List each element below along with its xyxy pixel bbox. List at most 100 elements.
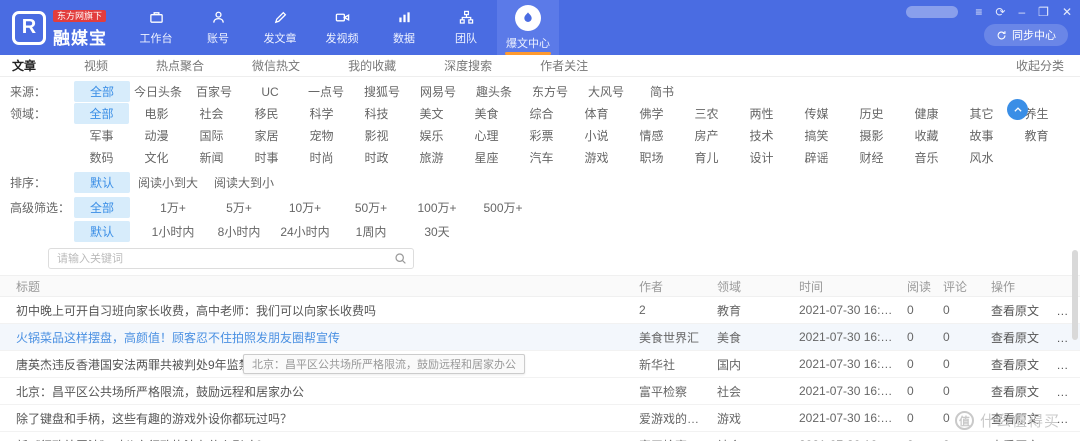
filter-chip[interactable]: 影视 (349, 125, 404, 146)
filter-chip[interactable]: 时事 (239, 147, 294, 168)
filter-chip[interactable]: 移民 (239, 103, 294, 124)
view-original-link[interactable]: 查看原文 (991, 331, 1039, 345)
filter-chip[interactable]: 游戏 (569, 147, 624, 168)
filter-chip[interactable]: 全部 (74, 103, 129, 124)
filter-chip[interactable]: 社会 (184, 103, 239, 124)
nav-data[interactable]: 数据 (373, 0, 435, 55)
filter-chip[interactable]: 健康 (899, 103, 954, 124)
filter-chip[interactable]: 10万+ (272, 197, 338, 218)
search-input[interactable] (48, 248, 414, 269)
content-tab[interactable]: 视频 (84, 57, 108, 74)
filter-chip[interactable]: 1万+ (140, 197, 206, 218)
content-tab[interactable]: 微信热文 (252, 57, 300, 74)
filter-chip[interactable]: 技术 (734, 125, 789, 146)
filter-chip[interactable]: 简书 (634, 81, 690, 102)
window-control-icon[interactable]: ❐ (1038, 6, 1049, 18)
filter-chip[interactable]: 宠物 (294, 125, 349, 146)
row-title[interactable]: 除了键盘和手柄，这些有趣的游戏外设你都玩过吗？ (0, 410, 635, 427)
nav-hot-articles[interactable]: 爆文中心 (497, 0, 559, 55)
filter-chip[interactable]: 东方号 (522, 81, 578, 102)
filter-chip[interactable]: 三农 (679, 103, 734, 124)
filter-chip[interactable]: 职场 (624, 147, 679, 168)
window-control-icon[interactable]: – (1018, 6, 1025, 18)
filter-chip[interactable]: 今日头条 (130, 81, 186, 102)
filter-chip[interactable]: 电影 (129, 103, 184, 124)
filter-chip[interactable]: 5万+ (206, 197, 272, 218)
content-tab[interactable]: 我的收藏 (348, 57, 396, 74)
filter-chip[interactable]: 彩票 (514, 125, 569, 146)
table-row[interactable]: 新《行政处罚法》对公安行政执法有什么影响？ 富平检察 社会 2021-07-30… (0, 432, 1080, 441)
table-row[interactable]: 初中晚上可开自习班向家长收费，高中老师：我们可以向家长收费吗 2 教育 2021… (0, 297, 1080, 324)
filter-chip[interactable]: 佛学 (624, 103, 679, 124)
filter-chip[interactable]: 动漫 (129, 125, 184, 146)
filter-chip[interactable]: 娱乐 (404, 125, 459, 146)
filter-chip[interactable]: 500万+ (470, 197, 536, 218)
filter-chip[interactable]: 设计 (734, 147, 789, 168)
view-original-link[interactable]: 查看原文 (991, 358, 1039, 372)
filter-chip[interactable]: 全部 (74, 81, 130, 102)
filter-chip[interactable]: 财经 (844, 147, 899, 168)
filter-chip[interactable]: 科技 (349, 103, 404, 124)
filter-chip[interactable]: 情感 (624, 125, 679, 146)
window-control-icon[interactable]: ⟳ (995, 6, 1005, 18)
filter-chip[interactable]: 育儿 (679, 147, 734, 168)
window-control-icon[interactable]: ≡ (975, 6, 982, 18)
search-icon[interactable] (394, 252, 407, 270)
nav-workbench[interactable]: 工作台 (125, 0, 187, 55)
filter-chip[interactable]: 其它 (954, 103, 1009, 124)
row-title[interactable]: 新《行政处罚法》对公安行政执法有什么影响？ (0, 437, 635, 441)
filter-chip[interactable]: 房产 (679, 125, 734, 146)
filter-chip[interactable]: UC (242, 83, 298, 101)
collapse-fab-button[interactable] (1007, 99, 1028, 120)
filter-chip[interactable]: 小说 (569, 125, 624, 146)
filter-chip[interactable]: 网易号 (410, 81, 466, 102)
filter-chip[interactable]: 星座 (459, 147, 514, 168)
filter-chip[interactable]: 风水 (954, 147, 1009, 168)
filter-chip[interactable]: 历史 (844, 103, 899, 124)
filter-chip[interactable]: 国际 (184, 125, 239, 146)
table-row[interactable]: 唐英杰违反香港国安法两罪共被判处9年监禁 新华社 国内 2021-07-30 1… (0, 351, 1080, 378)
filter-chip[interactable]: 趣头条 (466, 81, 522, 102)
filter-chip[interactable]: 30天 (404, 221, 470, 242)
filter-chip[interactable]: 8小时内 (206, 221, 272, 242)
filter-chip[interactable]: 100万+ (404, 197, 470, 218)
filter-chip[interactable]: 阅读大到小 (206, 172, 282, 193)
content-tab[interactable]: 深度搜索 (444, 57, 492, 74)
filter-chip[interactable]: 文化 (129, 147, 184, 168)
filter-chip[interactable]: 辟谣 (789, 147, 844, 168)
filter-chip[interactable]: 50万+ (338, 197, 404, 218)
filter-chip[interactable]: 家居 (239, 125, 294, 146)
filter-chip[interactable]: 搜狐号 (354, 81, 410, 102)
filter-chip[interactable]: 默认 (74, 172, 130, 193)
collapse-categories-link[interactable]: 收起分类 (1016, 57, 1064, 74)
row-title[interactable]: 初中晚上可开自习班向家长收费，高中老师：我们可以向家长收费吗 (0, 302, 635, 319)
filter-chip[interactable]: 摄影 (844, 125, 899, 146)
table-row[interactable]: 火锅菜品这样摆盘，高颜值！顾客忍不住拍照发朋友圈帮宣传 美食世界汇 美食 202… (0, 324, 1080, 351)
filter-chip[interactable]: 汽车 (514, 147, 569, 168)
filter-chip[interactable]: 传媒 (789, 103, 844, 124)
sync-center-button[interactable]: 同步中心 (984, 24, 1068, 46)
filter-chip[interactable]: 军事 (74, 125, 129, 146)
vertical-scrollbar[interactable] (1072, 250, 1078, 340)
filter-chip[interactable]: 1周内 (338, 221, 404, 242)
filter-chip[interactable]: 旅游 (404, 147, 459, 168)
filter-chip[interactable]: 教育 (1009, 125, 1064, 146)
window-control-icon[interactable]: ✕ (1062, 6, 1072, 18)
filter-chip[interactable]: 两性 (734, 103, 789, 124)
filter-chip[interactable]: 收藏 (899, 125, 954, 146)
filter-chip[interactable]: 新闻 (184, 147, 239, 168)
table-row[interactable]: 北京：昌平区公共场所严格限流，鼓励远程和居家办公 富平检察 社会 2021-07… (0, 378, 1080, 405)
filter-chip[interactable]: 默认 (74, 221, 130, 242)
nav-accounts[interactable]: 账号 (187, 0, 249, 55)
content-tab[interactable]: 热点聚合 (156, 57, 204, 74)
row-title[interactable]: 北京：昌平区公共场所严格限流，鼓励远程和居家办公 (0, 383, 635, 400)
filter-chip[interactable]: 阅读小到大 (130, 172, 206, 193)
filter-chip[interactable]: 24小时内 (272, 221, 338, 242)
nav-team[interactable]: 团队 (435, 0, 497, 55)
content-tab[interactable]: 文章 (12, 57, 36, 74)
filter-chip[interactable]: 1小时内 (140, 221, 206, 242)
filter-chip[interactable]: 体育 (569, 103, 624, 124)
filter-chip[interactable]: 时尚 (294, 147, 349, 168)
row-title[interactable]: 火锅菜品这样摆盘，高颜值！顾客忍不住拍照发朋友圈帮宣传 (0, 329, 635, 346)
filter-chip[interactable]: 美食 (459, 103, 514, 124)
